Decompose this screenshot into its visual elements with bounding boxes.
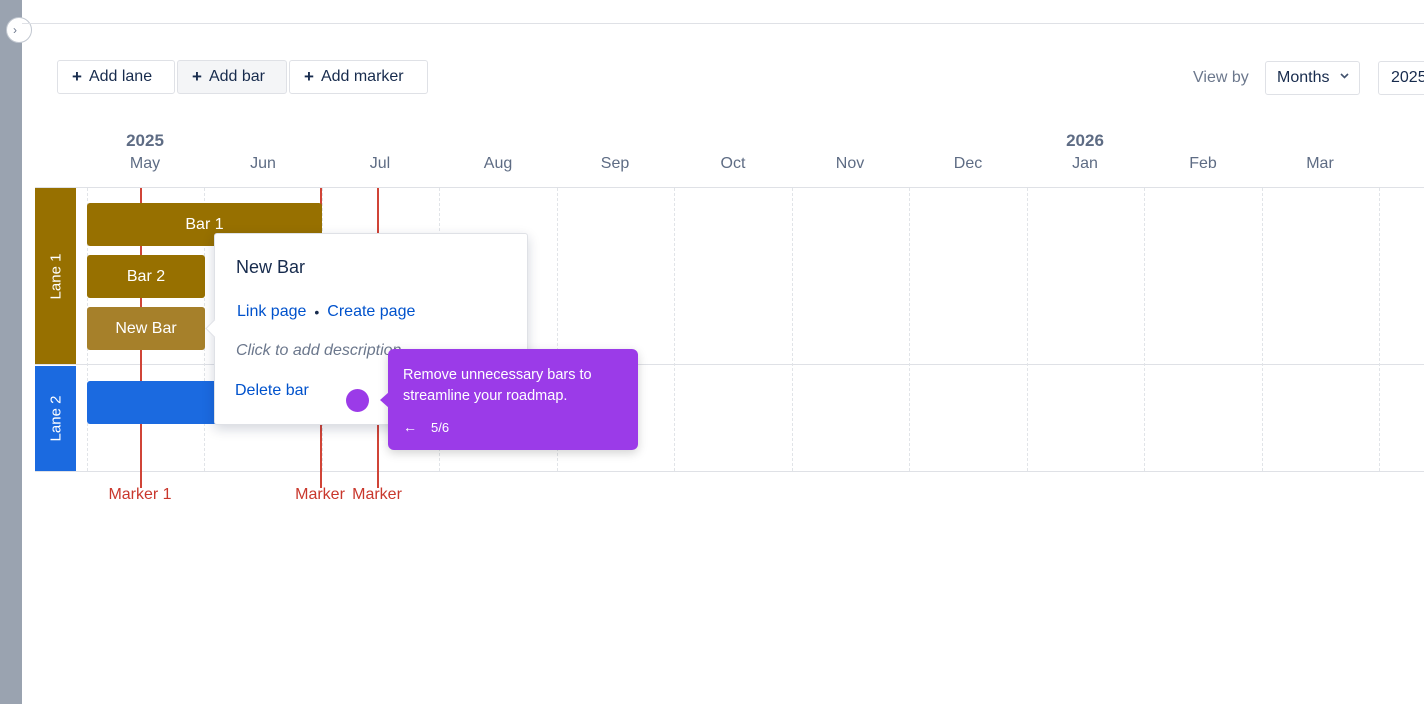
- chevron-down-icon: [1339, 69, 1350, 84]
- sidebar-toggle-icon[interactable]: ›: [6, 17, 32, 43]
- month-label: Nov: [835, 155, 865, 172]
- grid-column-line: [1027, 188, 1028, 471]
- lane-2-header[interactable]: Lane 2: [35, 366, 76, 471]
- year-select[interactable]: 2025: [1378, 61, 1424, 95]
- grid-column-line: [1379, 188, 1380, 471]
- new-bar[interactable]: New Bar: [87, 307, 205, 350]
- link-page-link[interactable]: Link page: [237, 303, 306, 321]
- grid-column-line: [792, 188, 793, 471]
- add-lane-button[interactable]: + Add lane: [57, 60, 175, 94]
- header-divider: [22, 23, 1424, 24]
- plus-icon: +: [192, 67, 202, 86]
- month-label: Sep: [600, 155, 630, 172]
- add-bar-button[interactable]: + Add bar: [177, 60, 287, 94]
- view-by-select[interactable]: Months: [1265, 61, 1360, 95]
- grid-column-line: [1262, 188, 1263, 471]
- month-label: Aug: [483, 155, 513, 172]
- create-page-link[interactable]: Create page: [327, 303, 415, 321]
- add-marker-label: Add marker: [320, 68, 404, 85]
- month-label: Jul: [369, 155, 391, 172]
- month-label: May: [129, 155, 161, 172]
- popover-title[interactable]: New Bar: [236, 257, 305, 278]
- grid-bottom-line: [35, 471, 1424, 472]
- bar-2[interactable]: Bar 2: [87, 255, 205, 298]
- add-lane-label: Add lane: [88, 68, 153, 85]
- tour-step-counter: 5/6: [431, 419, 450, 435]
- grid-column-line: [909, 188, 910, 471]
- view-by-selected: Months: [1277, 69, 1330, 86]
- popover-page-links: Link page • Create page: [237, 303, 415, 321]
- delete-bar-link[interactable]: Delete bar: [235, 382, 309, 400]
- year-label-2026: 2026: [1066, 131, 1104, 150]
- popover-arrow: [205, 319, 224, 338]
- grid-top-line: [35, 187, 1424, 188]
- grid-column-line: [1144, 188, 1145, 471]
- tooltip-arrow: [380, 392, 389, 408]
- link-separator: •: [314, 304, 320, 320]
- month-label: Mar: [1306, 155, 1334, 172]
- add-bar-label: Add bar: [208, 68, 265, 85]
- tooltip-text: Remove unnecessary bars to streamline yo…: [403, 367, 592, 404]
- new-bar-label: New Bar: [115, 319, 177, 337]
- plus-icon: +: [304, 67, 314, 86]
- back-arrow-icon[interactable]: ←: [403, 419, 417, 435]
- year-label-2025: 2025: [126, 131, 164, 150]
- bar-1-label: Bar 1: [185, 215, 224, 233]
- lane-2-label: Lane 2: [47, 395, 65, 442]
- roadmap-toolbar: + Add lane + Add bar + Add marker: [57, 60, 430, 94]
- lane-1-header[interactable]: Lane 1: [35, 188, 76, 364]
- lane-1-label: Lane 1: [47, 253, 65, 299]
- month-label: Jun: [250, 155, 276, 172]
- tour-hotspot-dot[interactable]: [346, 389, 369, 412]
- marker-3-label[interactable]: Marker: [352, 486, 402, 504]
- tooltip-navigation: ← 5/6: [403, 419, 449, 435]
- month-label: Oct: [720, 155, 746, 172]
- marker-2-label[interactable]: Marker: [295, 486, 345, 504]
- left-sidebar-rail: [0, 0, 22, 704]
- grid-column-line: [674, 188, 675, 471]
- bar-2-label: Bar 2: [126, 267, 166, 285]
- description-placeholder[interactable]: Click to add description: [236, 342, 401, 360]
- view-by-label: View by: [1193, 69, 1249, 86]
- add-marker-button[interactable]: + Add marker: [289, 60, 428, 94]
- plus-icon: +: [72, 67, 82, 86]
- marker-1-label[interactable]: Marker 1: [108, 486, 171, 504]
- month-label: Jan: [1072, 155, 1098, 172]
- month-label: Feb: [1189, 155, 1217, 172]
- tour-tooltip: Remove unnecessary bars to streamline yo…: [380, 349, 638, 450]
- month-label: Dec: [953, 155, 983, 172]
